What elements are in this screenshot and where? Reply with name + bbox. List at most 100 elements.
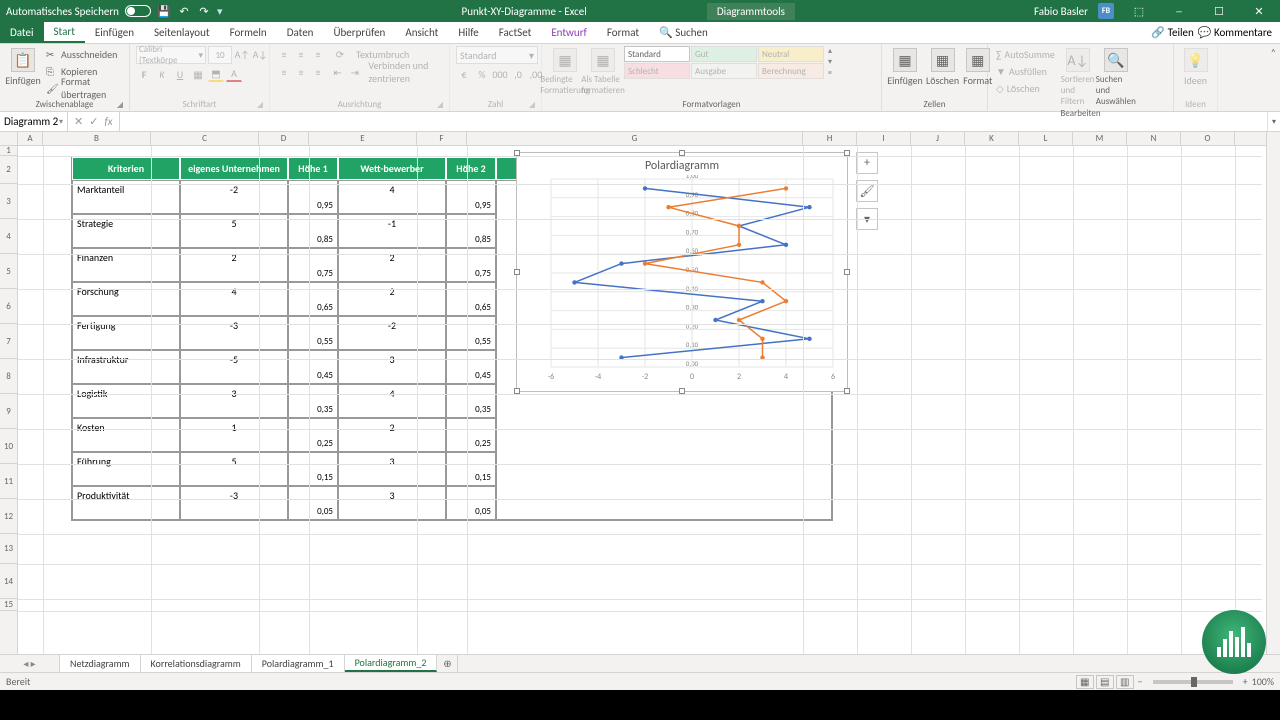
- table-row-e[interactable]: -2: [338, 316, 446, 350]
- table-row-label[interactable]: Fertigung: [72, 316, 180, 350]
- table-row-d[interactable]: 0,95: [288, 180, 338, 214]
- table-row-d[interactable]: 0,05: [288, 486, 338, 520]
- as-table-button[interactable]: ▦Als Tabelle formatieren: [586, 46, 620, 96]
- row-header-14[interactable]: 14: [0, 564, 17, 599]
- clear-button[interactable]: ◇ Löschen: [994, 80, 1057, 96]
- table-row-c[interactable]: -2: [180, 180, 288, 214]
- sheet-tab-2[interactable]: Polardiagramm_1: [252, 655, 345, 672]
- tab-entwurf[interactable]: Entwurf: [541, 22, 597, 43]
- underline-button[interactable]: U: [172, 66, 188, 82]
- table-row-label[interactable]: Kosten: [72, 418, 180, 452]
- tab-file[interactable]: Datei: [0, 22, 44, 43]
- row-header-3[interactable]: 3: [0, 184, 17, 219]
- name-box[interactable]: Diagramm 2▾: [0, 112, 68, 131]
- row-header-6[interactable]: 6: [0, 289, 17, 324]
- zoom-slider[interactable]: [1153, 680, 1233, 684]
- formula-expand-icon[interactable]: ▾: [1267, 112, 1280, 131]
- sheet-tab-1[interactable]: Korrelationsdiagramm: [141, 655, 252, 672]
- tab-ueberpruefen[interactable]: Überprüfen: [323, 22, 395, 43]
- row-header-12[interactable]: 12: [0, 499, 17, 534]
- table-row-d[interactable]: 0,65: [288, 282, 338, 316]
- row-header-1[interactable]: 1: [0, 146, 17, 156]
- percent-icon[interactable]: %: [474, 66, 490, 82]
- align-top-icon[interactable]: ≡: [276, 46, 292, 62]
- save-icon[interactable]: 💾: [157, 4, 171, 18]
- number-format-select[interactable]: Standard▾: [456, 46, 538, 64]
- table-row-e[interactable]: 3: [338, 452, 446, 486]
- col-header-O[interactable]: O: [1181, 132, 1235, 145]
- style-schlecht[interactable]: Schlecht: [624, 63, 690, 79]
- table-row-c[interactable]: 1: [180, 418, 288, 452]
- align-bottom-icon[interactable]: ≡: [310, 46, 326, 62]
- border-button[interactable]: ▦: [190, 66, 206, 82]
- tab-ansicht[interactable]: Ansicht: [395, 22, 448, 43]
- sort-filter-button[interactable]: A↓Sortieren und Filtern: [1061, 46, 1095, 107]
- table-row-c[interactable]: -3: [180, 486, 288, 520]
- table-row-label[interactable]: Marktanteil: [72, 180, 180, 214]
- table-row-d[interactable]: 0,45: [288, 350, 338, 384]
- view-layout-icon[interactable]: ▤: [1096, 675, 1114, 689]
- col-header-F[interactable]: F: [417, 132, 467, 145]
- table-row-c[interactable]: -5: [180, 350, 288, 384]
- col-header-D[interactable]: D: [259, 132, 309, 145]
- table-row-f[interactable]: 0,35: [446, 384, 496, 418]
- user-name[interactable]: Fabio Basler: [1034, 5, 1088, 18]
- style-gut[interactable]: Gut: [691, 46, 757, 62]
- col-header-H[interactable]: H: [803, 132, 857, 145]
- row-header-8[interactable]: 8: [0, 359, 17, 394]
- align-middle-icon[interactable]: ≡: [293, 46, 309, 62]
- user-avatar[interactable]: FB: [1098, 3, 1114, 19]
- currency-icon[interactable]: €: [456, 66, 472, 82]
- cut-button[interactable]: ✂Ausschneiden: [44, 46, 123, 62]
- col-header-N[interactable]: N: [1127, 132, 1181, 145]
- col-header-I[interactable]: I: [857, 132, 911, 145]
- find-select-button[interactable]: 🔍Suchen und Auswählen: [1099, 46, 1133, 107]
- vertical-scrollbar[interactable]: [1266, 132, 1280, 654]
- sheet-nav[interactable]: ◂ ▸: [0, 655, 60, 672]
- table-row-label[interactable]: Führung: [72, 452, 180, 486]
- table-row-label[interactable]: Infrastruktur: [72, 350, 180, 384]
- tab-start[interactable]: Start: [44, 22, 85, 43]
- fx-icon[interactable]: fx: [104, 115, 112, 128]
- table-row-c[interactable]: 4: [180, 282, 288, 316]
- table-row-f[interactable]: 0,95: [446, 180, 496, 214]
- table-row-e[interactable]: 4: [338, 384, 446, 418]
- align-left-icon[interactable]: ≡: [276, 64, 292, 80]
- maximize-icon[interactable]: ☐: [1204, 5, 1234, 18]
- align-launcher[interactable]: ◢: [437, 100, 443, 110]
- tab-hilfe[interactable]: Hilfe: [448, 22, 488, 43]
- table-row-d[interactable]: 0,25: [288, 418, 338, 452]
- col-header-A[interactable]: A: [18, 132, 43, 145]
- col-header-M[interactable]: M: [1073, 132, 1127, 145]
- row-header-11[interactable]: 11: [0, 464, 17, 499]
- table-row-e[interactable]: 2: [338, 282, 446, 316]
- cond-format-button[interactable]: ▦Bedingte Formatierung: [548, 46, 582, 96]
- comments-button[interactable]: 💬 Kommentare: [1198, 26, 1272, 39]
- increase-decimal-icon[interactable]: ,0: [510, 66, 526, 82]
- minimize-icon[interactable]: ─: [1164, 5, 1194, 18]
- insert-cells-button[interactable]: ▦Einfügen: [888, 46, 922, 87]
- table-row-d[interactable]: 0,15: [288, 452, 338, 486]
- delete-cells-button[interactable]: ▦Löschen: [926, 46, 959, 87]
- tab-formeln[interactable]: Formeln: [220, 22, 277, 43]
- table-row-f[interactable]: 0,25: [446, 418, 496, 452]
- font-color-button[interactable]: A: [226, 66, 242, 82]
- col-header-J[interactable]: J: [911, 132, 965, 145]
- table-row-label[interactable]: Logistik: [72, 384, 180, 418]
- table-row-e[interactable]: 2: [338, 418, 446, 452]
- accept-formula-icon[interactable]: ✓: [89, 115, 98, 128]
- select-all-corner[interactable]: [0, 132, 17, 146]
- col-header-G[interactable]: G: [467, 132, 803, 145]
- fill-button[interactable]: ▼ Ausfüllen: [994, 63, 1057, 79]
- style-berechnung[interactable]: Berechnung: [758, 63, 824, 79]
- ideas-button[interactable]: 💡Ideen: [1180, 46, 1211, 87]
- table-row-e[interactable]: 3: [338, 350, 446, 384]
- undo-icon[interactable]: ↶: [177, 4, 191, 18]
- indent-less-icon[interactable]: ⇤: [332, 64, 343, 80]
- table-row-label[interactable]: Produktivität: [72, 486, 180, 520]
- indent-more-icon[interactable]: ⇥: [349, 64, 360, 80]
- row-header-10[interactable]: 10: [0, 429, 17, 464]
- row-header-5[interactable]: 5: [0, 254, 17, 289]
- row-header-9[interactable]: 9: [0, 394, 17, 429]
- clipboard-launcher[interactable]: ◢: [117, 100, 123, 110]
